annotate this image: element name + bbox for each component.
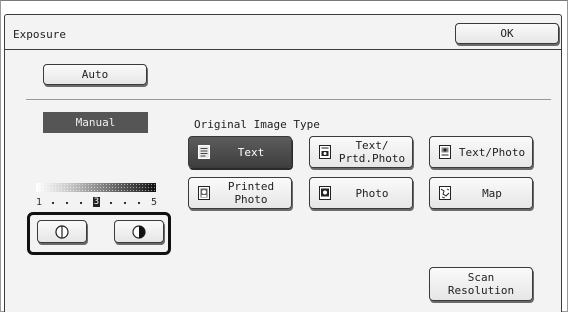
image-type-text-printed-photo-button[interactable]: Text/ Prtd.Photo: [309, 136, 413, 168]
text-printed-photo-icon: [319, 145, 331, 159]
ok-button[interactable]: OK: [455, 23, 559, 44]
lighter-button[interactable]: [37, 220, 87, 243]
scan-resolution-label: Scan Resolution: [447, 271, 515, 297]
text-photo-button-label: Text/Photo: [458, 145, 526, 159]
scale-current-marker: 3: [93, 197, 100, 207]
scale-tick: [110, 202, 112, 204]
text-printed-photo-button-label: Text/ Prtd.Photo: [338, 139, 406, 165]
photo-button-label: Photo: [355, 186, 389, 200]
image-type-text-button[interactable]: Text: [188, 136, 292, 168]
photo-icon: [319, 186, 331, 200]
image-type-map-button[interactable]: Map: [429, 177, 533, 209]
scale-tick: [138, 202, 140, 204]
scan-resolution-button[interactable]: Scan Resolution: [429, 267, 533, 301]
text-button-label: Text: [237, 145, 265, 159]
dialog-title: Exposure: [13, 28, 66, 41]
ok-button-label: OK: [500, 27, 514, 40]
map-button-label: Map: [482, 186, 502, 200]
half-circle-light-icon: [55, 224, 69, 239]
manual-mode-indicator: Manual: [43, 112, 148, 133]
auto-button-label: Auto: [81, 68, 109, 81]
original-image-type-label: Original Image Type: [194, 118, 320, 131]
scale-min-label: 1: [36, 197, 43, 208]
image-type-photo-button[interactable]: Photo: [309, 177, 413, 209]
exposure-density-gradient: [36, 183, 156, 192]
printed-photo-button-label: Printed Photo: [227, 180, 275, 206]
scale-tick: [52, 202, 54, 204]
printed-photo-icon: [198, 186, 210, 200]
text-photo-icon: [439, 145, 451, 159]
auto-button[interactable]: Auto: [43, 64, 147, 85]
scale-tick: [124, 202, 126, 204]
section-divider: [26, 99, 551, 100]
image-type-text-photo-button[interactable]: Text/Photo: [429, 136, 533, 168]
scale-tick: [66, 202, 68, 204]
text-document-icon: [198, 145, 210, 159]
map-icon: [439, 186, 451, 200]
image-type-printed-photo-button[interactable]: Printed Photo: [188, 177, 292, 209]
manual-label-text: Manual: [75, 116, 116, 129]
scale-tick: [80, 202, 82, 204]
darker-button[interactable]: [114, 220, 164, 243]
half-circle-dark-icon: [132, 224, 146, 239]
scale-max-label: 5: [151, 197, 158, 208]
exposure-level-scale: 1 3 5: [36, 197, 160, 209]
